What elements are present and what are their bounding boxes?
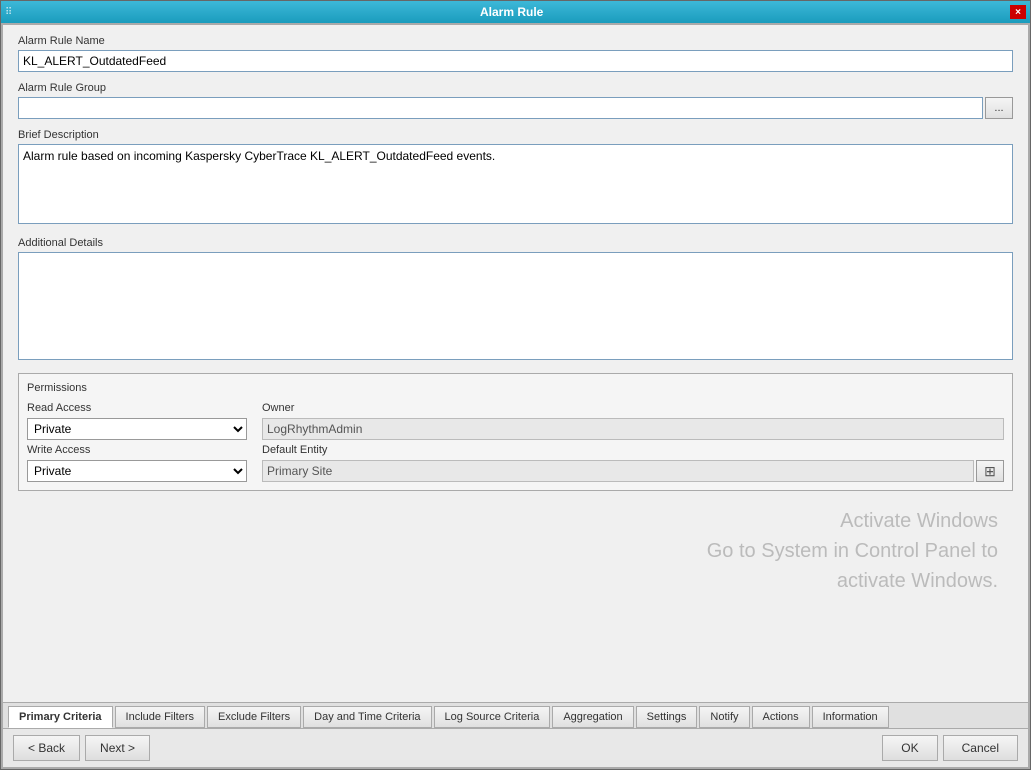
read-access-select[interactable]: Private Public	[27, 418, 247, 440]
tab-day-time-criteria[interactable]: Day and Time Criteria	[303, 706, 431, 728]
tab-notify[interactable]: Notify	[699, 706, 749, 728]
cancel-button[interactable]: Cancel	[943, 735, 1018, 761]
permissions-left-col: Read Access Private Public Write Access …	[27, 402, 247, 482]
brief-description-label: Brief Description	[18, 129, 1013, 141]
window-body: Alarm Rule Name Alarm Rule Group ... Bri…	[1, 23, 1030, 769]
permissions-box: Permissions Read Access Private Public W…	[18, 373, 1013, 491]
alarm-rule-name-input[interactable]	[18, 50, 1013, 72]
tab-primary-criteria[interactable]: Primary Criteria	[8, 706, 113, 728]
permissions-title: Permissions	[27, 382, 1004, 394]
default-entity-input	[262, 460, 974, 482]
owner-label: Owner	[262, 402, 1004, 414]
back-button[interactable]: < Back	[13, 735, 80, 761]
default-entity-label: Default Entity	[262, 444, 1004, 456]
tab-include-filters[interactable]: Include Filters	[115, 706, 205, 728]
tab-settings[interactable]: Settings	[636, 706, 698, 728]
alarm-rule-window: ⠿ Alarm Rule × Alarm Rule Name Alarm Rul…	[0, 0, 1031, 770]
ok-button[interactable]: OK	[882, 735, 937, 761]
read-access-label: Read Access	[27, 402, 247, 414]
watermark-line1: Activate Windows	[707, 506, 998, 536]
grip-dots: ⠿	[5, 7, 13, 18]
button-bar: < Back Next > OK Cancel	[3, 728, 1028, 767]
entity-browse-icon: ⊞	[984, 463, 996, 480]
close-button[interactable]: ×	[1010, 5, 1026, 19]
tab-exclude-filters[interactable]: Exclude Filters	[207, 706, 301, 728]
permissions-right-col: Owner Default Entity ⊞	[262, 402, 1004, 482]
owner-input	[262, 418, 1004, 440]
alarm-rule-group-browse-button[interactable]: ...	[985, 97, 1013, 119]
next-button[interactable]: Next >	[85, 735, 150, 761]
title-bar: ⠿ Alarm Rule ×	[1, 1, 1030, 23]
watermark-line2: Go to System in Control Panel to	[707, 536, 998, 566]
tab-actions[interactable]: Actions	[752, 706, 810, 728]
brief-description-group: Brief Description Alarm rule based on in…	[18, 129, 1013, 227]
additional-details-label: Additional Details	[18, 237, 1013, 249]
window-title: Alarm Rule	[13, 5, 1010, 19]
watermark-area: Activate Windows Go to System in Control…	[18, 491, 1013, 611]
brief-description-textarea[interactable]: Alarm rule based on incoming Kaspersky C…	[18, 144, 1013, 224]
additional-details-group: Additional Details	[18, 237, 1013, 363]
write-access-label: Write Access	[27, 444, 247, 456]
tab-information[interactable]: Information	[812, 706, 889, 728]
alarm-rule-group-label: Alarm Rule Group	[18, 82, 1013, 94]
permissions-grid: Read Access Private Public Write Access …	[27, 402, 1004, 482]
tab-log-source-criteria[interactable]: Log Source Criteria	[434, 706, 551, 728]
default-entity-row: ⊞	[262, 460, 1004, 482]
default-entity-browse-button[interactable]: ⊞	[976, 460, 1004, 482]
alarm-rule-group-group: Alarm Rule Group ...	[18, 82, 1013, 119]
additional-details-textarea[interactable]	[18, 252, 1013, 360]
content-area: Alarm Rule Name Alarm Rule Group ... Bri…	[3, 25, 1028, 702]
alarm-rule-group-row: ...	[18, 97, 1013, 119]
write-access-select[interactable]: Private Public	[27, 460, 247, 482]
alarm-rule-name-label: Alarm Rule Name	[18, 35, 1013, 47]
alarm-rule-name-group: Alarm Rule Name	[18, 35, 1013, 72]
tabs-bar: Primary Criteria Include Filters Exclude…	[3, 702, 1028, 728]
alarm-rule-group-input[interactable]	[18, 97, 983, 119]
watermark-line3: activate Windows.	[707, 566, 998, 596]
button-bar-left: < Back Next >	[13, 735, 150, 761]
watermark-text: Activate Windows Go to System in Control…	[707, 506, 998, 596]
tab-aggregation[interactable]: Aggregation	[552, 706, 633, 728]
button-bar-right: OK Cancel	[882, 735, 1018, 761]
title-grip: ⠿	[5, 7, 13, 18]
